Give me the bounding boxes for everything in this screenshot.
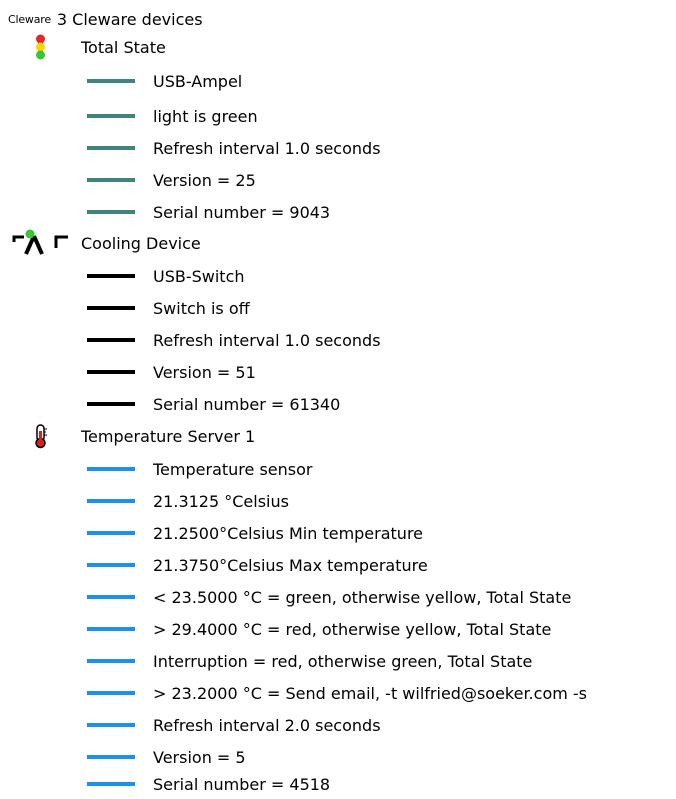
- property-label: Version = 5: [153, 747, 246, 767]
- tree-connector-line: [87, 402, 135, 406]
- property-label: 21.2500°Celsius Min temperature: [153, 523, 424, 543]
- tree-connector-line: [87, 79, 135, 83]
- property-label: < 23.5000 °C = green, otherwise yellow, …: [153, 587, 572, 607]
- tree-leaf[interactable]: Switch is off: [87, 293, 250, 323]
- tree-connector-line: [87, 146, 135, 150]
- tree-connector-line: [87, 178, 135, 182]
- property-label: 21.3750°Celsius Max temperature: [153, 555, 428, 575]
- tree-leaf[interactable]: Serial number = 61340: [87, 389, 340, 419]
- cleware-logo: Cleware: [8, 12, 51, 26]
- tree-leaf[interactable]: Refresh interval 1.0 seconds: [87, 133, 381, 163]
- tree-connector-line: [87, 370, 135, 374]
- property-label: 21.3125 °Celsius: [153, 491, 289, 511]
- tree-leaf[interactable]: Serial number = 4518: [87, 769, 330, 799]
- tree-connector-line: [87, 627, 135, 631]
- thermometer-icon: [12, 421, 72, 451]
- device-tree: Cleware 3 Cleware devices Total State US…: [0, 0, 676, 799]
- tree-leaf[interactable]: Temperature sensor: [87, 454, 312, 484]
- tree-connector-line: [87, 114, 135, 118]
- tree-leaf[interactable]: Version = 51: [87, 357, 256, 387]
- tree-connector-line: [87, 723, 135, 727]
- tree-connector-line: [87, 755, 135, 759]
- tree-leaf[interactable]: > 29.4000 °C = red, otherwise yellow, To…: [87, 614, 551, 644]
- tree-connector-line: [87, 274, 135, 278]
- property-label: Serial number = 61340: [153, 394, 341, 414]
- tree-leaf[interactable]: USB-Ampel: [87, 66, 242, 96]
- property-label: Interruption = red, otherwise green, Tot…: [153, 651, 533, 671]
- property-label: USB-Ampel: [153, 71, 243, 91]
- property-label: USB-Switch: [153, 266, 245, 286]
- tree-leaf[interactable]: 21.3750°Celsius Max temperature: [87, 550, 428, 580]
- tree-connector-line: [87, 563, 135, 567]
- device-label: Cooling Device: [81, 233, 201, 253]
- tree-connector-line: [87, 467, 135, 471]
- tree-leaf[interactable]: light is green: [87, 101, 258, 131]
- property-label: Serial number = 4518: [153, 774, 331, 794]
- tree-leaf[interactable]: USB-Switch: [87, 261, 245, 291]
- property-label: Version = 51: [153, 362, 256, 382]
- tree-leaf[interactable]: Refresh interval 2.0 seconds: [87, 710, 381, 740]
- tree-root-label: 3 Cleware devices: [56, 9, 203, 29]
- tree-connector-line: [87, 595, 135, 599]
- tree-leaf[interactable]: 21.2500°Celsius Min temperature: [87, 518, 423, 548]
- tree-node-total-state[interactable]: Total State: [12, 32, 166, 62]
- tree-leaf[interactable]: Refresh interval 1.0 seconds: [87, 325, 381, 355]
- tree-leaf[interactable]: Interruption = red, otherwise green, Tot…: [87, 646, 532, 676]
- tree-connector-line: [87, 210, 135, 214]
- tree-connector-line: [87, 338, 135, 342]
- tree-node-temperature-server[interactable]: Temperature Server 1: [12, 421, 255, 451]
- traffic-light-icon: [12, 32, 72, 62]
- property-label: > 29.4000 °C = red, otherwise yellow, To…: [153, 619, 552, 639]
- tree-connector-line: [87, 691, 135, 695]
- tree-connector-line: [87, 659, 135, 663]
- tree-leaf[interactable]: Serial number = 9043: [87, 197, 330, 227]
- property-label: > 23.2000 °C = Send email, -t wilfried@s…: [153, 683, 588, 703]
- tree-root[interactable]: Cleware 3 Cleware devices: [8, 6, 203, 32]
- tree-leaf[interactable]: > 23.2000 °C = Send email, -t wilfried@s…: [87, 678, 587, 708]
- property-label: light is green: [153, 106, 258, 126]
- tree-connector-line: [87, 782, 135, 786]
- property-label: Version = 25: [153, 170, 256, 190]
- tree-connector-line: [87, 306, 135, 310]
- tree-connector-line: [87, 531, 135, 535]
- tree-leaf[interactable]: 21.3125 °Celsius: [87, 486, 289, 516]
- property-label: Refresh interval 1.0 seconds: [153, 330, 381, 350]
- device-label: Temperature Server 1: [81, 426, 256, 446]
- tree-leaf[interactable]: < 23.5000 °C = green, otherwise yellow, …: [87, 582, 571, 612]
- tree-node-cooling-device[interactable]: Cooling Device: [12, 228, 201, 258]
- property-label: Temperature sensor: [153, 459, 313, 479]
- tree-connector-line: [87, 499, 135, 503]
- tree-leaf[interactable]: Version = 25: [87, 165, 256, 195]
- tree-leaf[interactable]: Version = 5: [87, 742, 246, 772]
- switch-icon: [12, 228, 72, 258]
- property-label: Refresh interval 1.0 seconds: [153, 138, 381, 158]
- property-label: Switch is off: [153, 298, 250, 318]
- property-label: Serial number = 9043: [153, 202, 331, 222]
- device-label: Total State: [81, 37, 166, 57]
- property-label: Refresh interval 2.0 seconds: [153, 715, 381, 735]
